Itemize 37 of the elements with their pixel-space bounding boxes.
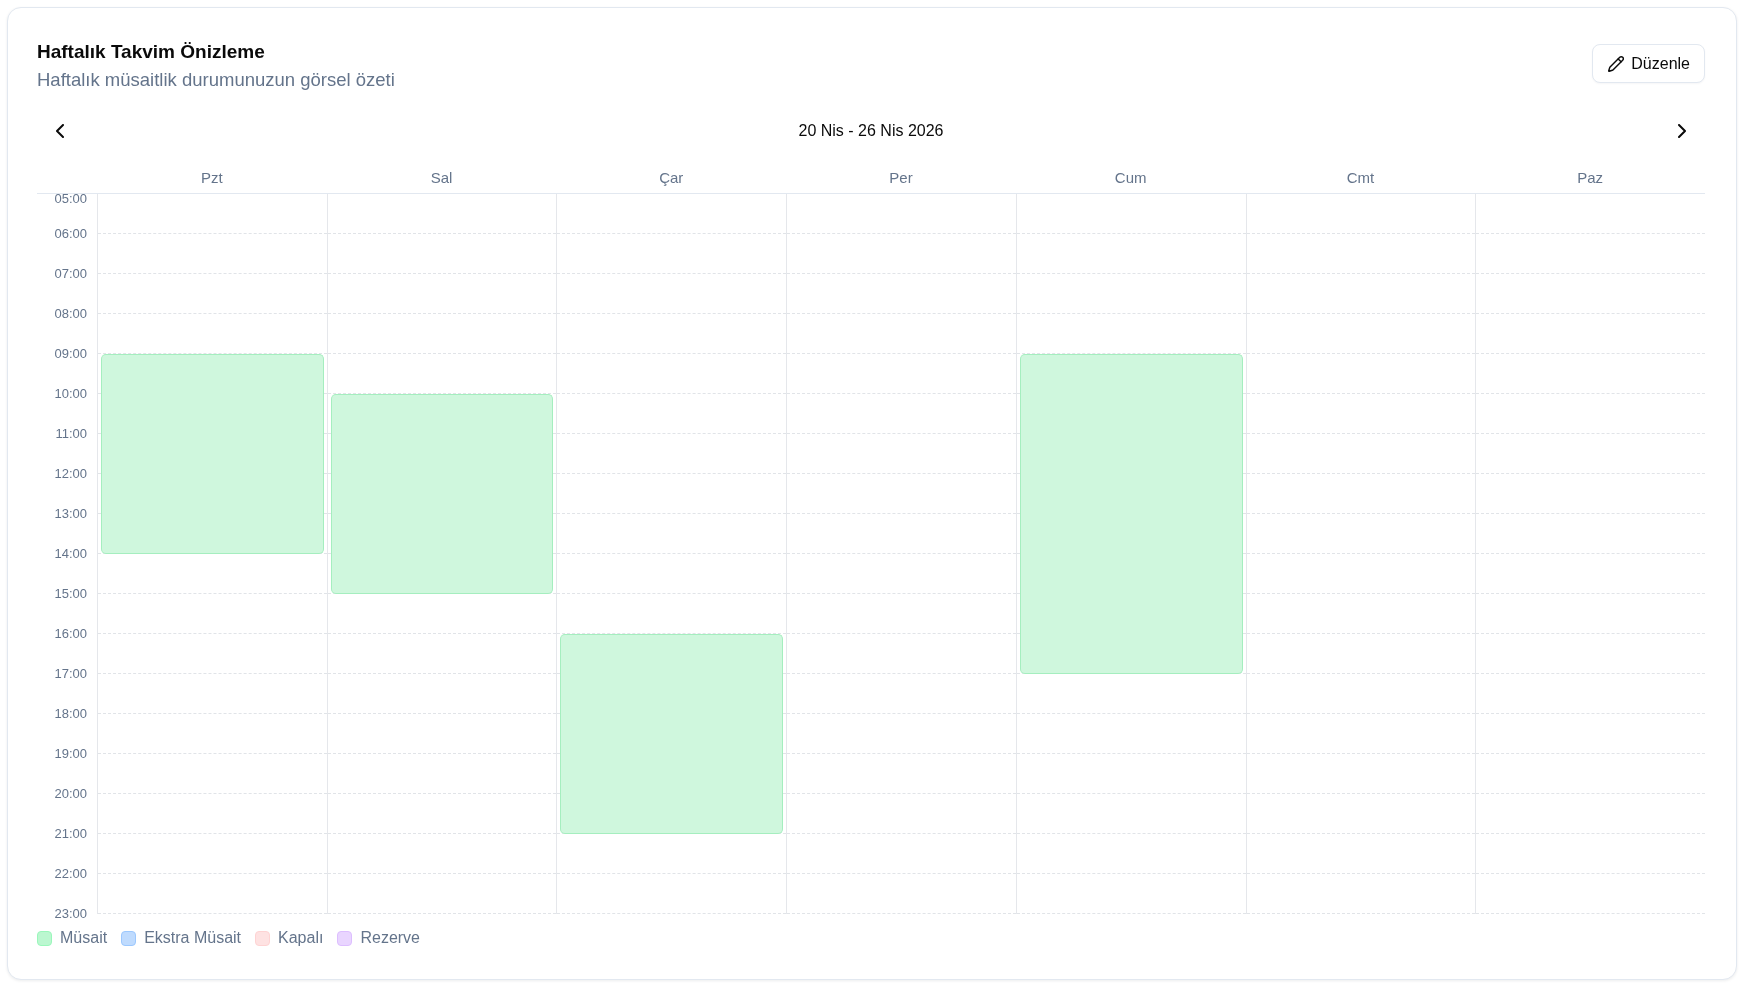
time-label: 10:00 <box>53 385 88 403</box>
time-label: 05:00 <box>53 190 88 208</box>
time-label: 12:00 <box>53 465 88 483</box>
legend-label: Kapalı <box>278 928 324 948</box>
edit-button[interactable]: Düzenle <box>1592 44 1705 83</box>
time-label: 07:00 <box>53 265 88 283</box>
time-label: 18:00 <box>53 705 88 723</box>
time-label: 16:00 <box>53 625 88 643</box>
time-label: 20:00 <box>53 785 88 803</box>
day-header: Çar <box>658 168 685 188</box>
card-title: Haftalık Takvim Önizleme <box>37 41 266 63</box>
time-label: 06:00 <box>53 225 88 243</box>
time-label: 13:00 <box>53 505 88 523</box>
time-label: 23:00 <box>53 905 88 923</box>
legend-label: Rezerve <box>360 928 420 948</box>
day-header: Sal <box>429 168 454 188</box>
time-label: 17:00 <box>53 665 88 683</box>
time-label: 08:00 <box>53 305 88 323</box>
time-label: 19:00 <box>53 745 88 763</box>
day-header: Paz <box>1576 168 1605 188</box>
day-header: Pzt <box>200 168 224 188</box>
time-label: 21:00 <box>53 825 88 843</box>
chevron-left-icon <box>56 124 64 138</box>
time-label: 15:00 <box>53 585 88 603</box>
card-subtitle: Haftalık müsaitlik durumunuzun görsel özeti <box>37 69 395 91</box>
legend-label: Ekstra Müsait <box>144 928 242 948</box>
legend-label: Müsait <box>60 928 108 948</box>
time-label: 11:00 <box>54 425 88 443</box>
time-label: 14:00 <box>53 545 88 563</box>
day-header: Cum <box>1113 168 1148 188</box>
day-header: Per <box>888 168 914 188</box>
pencil-icon <box>1608 55 1625 72</box>
date-range: 20 Nis - 26 Nis 2026 <box>798 122 944 140</box>
chevron-right-icon <box>1678 124 1686 138</box>
time-label: 22:00 <box>53 865 88 883</box>
day-header: Cmt <box>1345 168 1376 188</box>
time-label: 09:00 <box>53 345 88 363</box>
